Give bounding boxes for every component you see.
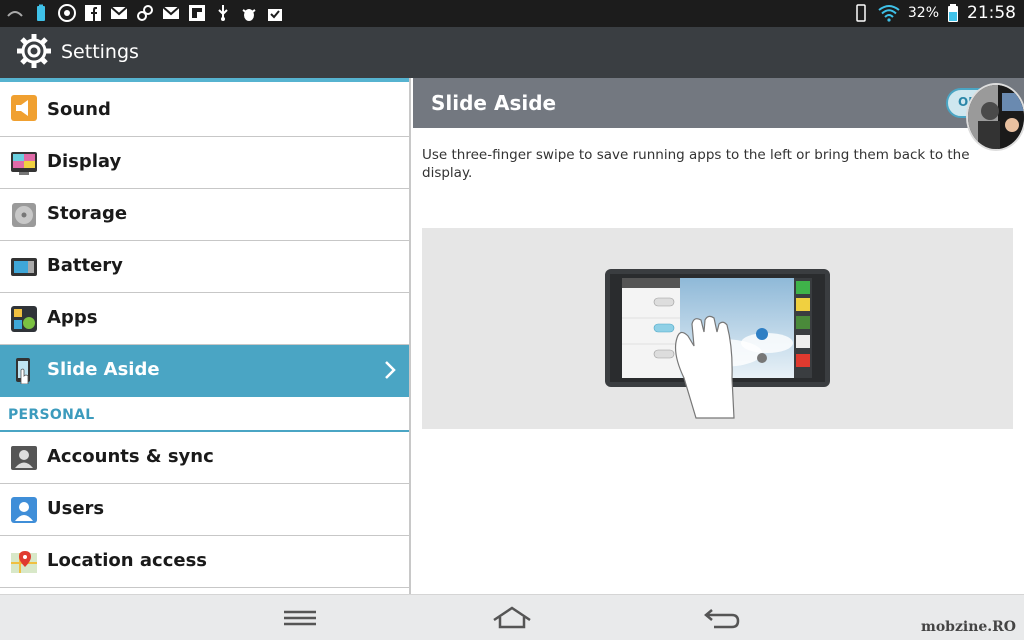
usb-icon — [218, 5, 228, 21]
person-photo-icon — [968, 85, 1024, 149]
missed-call-icon — [7, 11, 23, 17]
settings-item-label: Accounts & sync — [47, 446, 214, 467]
settings-item-label: Display — [47, 151, 122, 172]
chevron-right-icon — [385, 361, 396, 379]
status-right: 32% 21:58 — [852, 3, 1016, 23]
slide-aside-illustration — [422, 228, 1013, 429]
clock: 21:58 — [967, 3, 1016, 23]
settings-item-label: Slide Aside — [47, 359, 160, 380]
settings-item-label: Storage — [47, 203, 128, 224]
detail-header: Slide Aside ON — [413, 78, 1024, 128]
slide-aside-hand-icon — [16, 358, 30, 384]
settings-item-label: Apps — [47, 307, 98, 328]
flipboard-icon — [189, 5, 205, 21]
battery-percent: 32% — [907, 5, 939, 21]
storage-disk-icon — [12, 203, 36, 227]
settings-item-sound[interactable]: Sound — [0, 82, 409, 137]
settings-item-label: Location access — [47, 550, 207, 571]
settings-item-location-access[interactable]: Location access — [0, 536, 409, 588]
chrome-icon — [58, 4, 76, 22]
settings-item-slide-aside[interactable]: Slide Aside — [0, 345, 409, 397]
action-bar: Settings — [0, 27, 1024, 78]
page-title: Settings — [61, 41, 139, 63]
settings-item-users[interactable]: Users — [0, 484, 409, 536]
settings-gear-icon[interactable] — [14, 31, 54, 71]
users-icon — [11, 497, 37, 523]
section-label: PERSONAL — [8, 407, 95, 423]
settings-item-label: Battery — [47, 255, 123, 276]
rotation-icon — [856, 4, 866, 22]
back-icon[interactable] — [700, 603, 744, 633]
settings-item-apps[interactable]: Apps — [0, 293, 409, 345]
detail-title: Slide Aside — [431, 91, 557, 115]
apps-icon — [11, 306, 37, 332]
watermark: mobzine.RO — [921, 619, 1016, 635]
floating-avatar[interactable] — [966, 83, 1024, 151]
battery-icon — [948, 4, 958, 22]
accounts-icon — [11, 446, 37, 470]
email-icon — [162, 6, 180, 19]
menu-icon[interactable] — [278, 603, 322, 633]
home-icon[interactable] — [490, 603, 534, 633]
shopping-bag-icon — [268, 9, 282, 21]
display-icon — [11, 152, 37, 175]
notification-icons — [6, 4, 284, 22]
settings-item-accounts-sync[interactable]: Accounts & sync — [0, 432, 409, 484]
settings-item-label: Sound — [47, 99, 111, 120]
link-icon — [137, 5, 153, 21]
section-header-personal: PERSONAL — [0, 397, 409, 432]
navigation-bar: mobzine.RO — [0, 594, 1024, 640]
debug-bug-icon — [242, 9, 256, 21]
settings-item-display[interactable]: Display — [0, 137, 409, 189]
status-bar: 32% 21:58 — [0, 0, 1024, 27]
facebook-icon — [85, 5, 101, 21]
battery-charging-icon — [37, 4, 45, 21]
speaker-icon — [11, 95, 37, 121]
detail-description: Use three-finger swipe to save running a… — [422, 147, 970, 181]
settings-item-label: Users — [47, 498, 105, 519]
detail-pane: Slide Aside ON Use three-finger swipe to… — [413, 78, 1024, 594]
battery-icon — [11, 258, 37, 276]
settings-list: Sound Display Storage Battery Apps Slide… — [0, 78, 411, 594]
settings-item-battery[interactable]: Battery — [0, 241, 409, 293]
wifi-icon — [878, 5, 900, 22]
settings-item-storage[interactable]: Storage — [0, 189, 409, 241]
tablet-swipe-illustration — [605, 269, 830, 419]
gmail-icon — [110, 6, 128, 19]
location-map-icon — [11, 551, 37, 573]
